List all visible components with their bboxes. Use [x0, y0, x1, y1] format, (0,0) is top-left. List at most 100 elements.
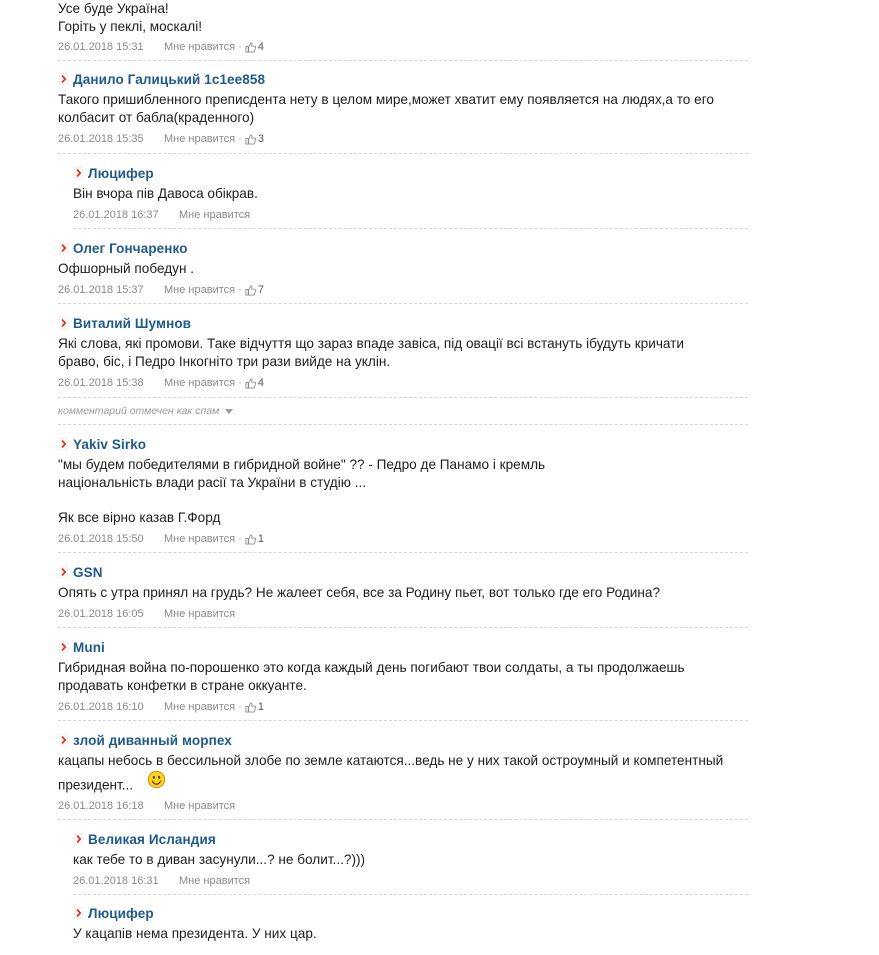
comment-line: Усе буде Україна!: [58, 1, 169, 16]
chevron-right-icon: [58, 566, 69, 579]
comment-header: Yakiv Sirko: [58, 434, 748, 454]
comment-date: 26.01.2018 15:50: [58, 533, 144, 545]
like-button[interactable]: Мне нравится: [164, 41, 235, 53]
comment-header: Люцифер: [73, 903, 748, 923]
comment-text: Він вчора пів Давоса обікрав.: [73, 185, 748, 203]
like-button[interactable]: Мне нравится: [164, 608, 235, 620]
thumbs-up-icon[interactable]: ·: [238, 533, 256, 545]
thumbs-up-icon[interactable]: ·: [238, 377, 256, 389]
comment-author[interactable]: Олег Гончаренко: [73, 241, 188, 256]
comment-line: національність влади расії та України в …: [58, 475, 367, 490]
comment: злой диванный морпех кацапы небось в бес…: [58, 721, 748, 820]
chevron-right-icon: [58, 73, 69, 86]
comment: Данило Галицький 1c1ee858 Такого пришибл…: [58, 61, 748, 154]
comment-author[interactable]: Yakiv Sirko: [73, 437, 146, 452]
comment-line: У кацапів нема президента. У них цар.: [73, 926, 317, 941]
comment-line: Опять с утра принял на грудь? Не жалеет …: [58, 585, 660, 600]
comment-line: Які слова, які промови. Таке відчуття що…: [58, 336, 684, 351]
comment-meta: 26.01.2018 15:35 Мне нравится · 3: [58, 131, 748, 147]
comment-text: кацапы небось в бессильной злобе по земл…: [58, 752, 748, 798]
comment-meta: 26.01.2018 16:18 Мне нравится: [58, 798, 748, 814]
comment-date: 26.01.2018 16:18: [58, 800, 144, 812]
like-button[interactable]: Мне нравится: [164, 800, 235, 812]
comment-line: Офшорный победун .: [58, 261, 195, 276]
like-count: 1: [257, 533, 264, 545]
comment-meta: 26.01.2018 15:37 Мне нравится · 7: [58, 282, 748, 298]
spam-notice[interactable]: комментарий отмечен как спам: [58, 397, 748, 425]
comment-text: "мы будем победителями в гибридной войне…: [58, 456, 748, 527]
comment-header: Данило Галицький 1c1ee858: [58, 69, 748, 89]
comment-line: кацапы небось в бессильной злобе по земл…: [58, 753, 724, 768]
like-button[interactable]: Мне нравится: [179, 875, 250, 887]
caret-down-icon[interactable]: [225, 408, 234, 414]
comment: Олег Гончаренко Офшорный победун . 26.01…: [58, 229, 748, 304]
comment-author[interactable]: Великая Исландия: [88, 832, 216, 847]
comment-line: Він вчора пів Давоса обікрав.: [73, 186, 258, 201]
comment-reply: Люцифер У кацапів нема президента. У них…: [73, 895, 748, 955]
comment-date: 26.01.2018 15:37: [58, 284, 144, 296]
comment-line: браво, біс, і Педро Інкогніто три рази в…: [58, 354, 391, 369]
comment-author[interactable]: злой диванный морпех: [73, 733, 232, 748]
smiley-icon: [147, 770, 166, 794]
comment-line: колбасит от бабла(краденного): [58, 110, 255, 125]
comment-text: Опять с утра принял на грудь? Не жалеет …: [58, 584, 748, 602]
like-button[interactable]: Мне нравится: [164, 701, 235, 713]
comment-text: Які слова, які промови. Таке відчуття що…: [58, 335, 748, 371]
comment-line: Гибридная война по-порошенко это когда к…: [58, 660, 685, 675]
thumbs-up-icon[interactable]: ·: [238, 701, 256, 713]
like-button[interactable]: Мне нравится: [164, 284, 235, 296]
like-count: 4: [257, 41, 264, 53]
comment: Виталий Шумнов Які слова, які промови. Т…: [58, 304, 748, 397]
chevron-right-icon: [58, 317, 69, 330]
comment-meta: 26.01.2018 16:05 Мне нравится: [58, 606, 748, 622]
thumbs-up-icon[interactable]: ·: [238, 41, 256, 53]
like-button[interactable]: Мне нравится: [164, 377, 235, 389]
comment-line: президент...: [58, 777, 134, 793]
like-button[interactable]: Мне нравится: [164, 533, 235, 545]
like-count: 7: [257, 284, 264, 296]
comment-date: 26.01.2018 15:35: [58, 133, 144, 145]
comment-author[interactable]: Люцифер: [88, 906, 154, 921]
comment-meta: 26.01.2018 16:37 Мне нравится: [73, 207, 748, 223]
spam-notice-text: комментарий отмечен как спам: [58, 405, 220, 417]
comment-meta: 26.01.2018 16:10 Мне нравится · 1: [58, 699, 748, 715]
comment-reply: Великая Исландия как тебе то в диван зас…: [73, 820, 748, 895]
comment-line: Такого пришибленного преписдента нету в …: [58, 92, 714, 107]
like-count: 4: [257, 377, 264, 389]
chevron-right-icon: [58, 641, 69, 654]
chevron-right-icon: [73, 167, 84, 180]
comment-meta: 26.01.2018 15:38 Мне нравится · 4: [58, 375, 748, 391]
comment-date: 26.01.2018 16:31: [73, 875, 159, 887]
comment-header: Люцифер: [73, 163, 748, 183]
comment-line: Як все вірно казав Г.Форд: [58, 510, 221, 525]
like-button[interactable]: Мне нравится: [164, 133, 235, 145]
comment-date: 26.01.2018 15:38: [58, 377, 144, 389]
comment-text: Усе буде Україна! Горіть у пеклі, москал…: [58, 0, 748, 36]
comment-author[interactable]: GSN: [73, 565, 103, 580]
comment-text: У кацапів нема президента. У них цар.: [73, 925, 748, 943]
chevron-right-icon: [73, 907, 84, 920]
comment-header: Великая Исландия: [73, 829, 748, 849]
comment-header: Виталий Шумнов: [58, 313, 748, 333]
chevron-right-icon: [73, 833, 84, 846]
chevron-right-icon: [58, 242, 69, 255]
comment-meta: 26.01.2018 16:31 Мне нравится: [73, 873, 748, 889]
like-count: 3: [257, 133, 264, 145]
comment-author[interactable]: Виталий Шумнов: [73, 316, 191, 331]
like-button[interactable]: Мне нравится: [179, 209, 250, 221]
thumbs-up-icon[interactable]: ·: [238, 284, 256, 296]
like-count: 1: [257, 701, 264, 713]
chevron-right-icon: [58, 734, 69, 747]
comment-header: GSN: [58, 562, 748, 582]
comment-date: 26.01.2018 15:31: [58, 41, 144, 53]
comment-text: Офшорный победун .: [58, 260, 748, 278]
thumbs-up-icon[interactable]: ·: [238, 133, 256, 145]
comment: GSN Опять с утра принял на грудь? Не жал…: [58, 553, 748, 628]
comment-line: как тебе то в диван засунули...? не боли…: [73, 852, 366, 867]
comment-author[interactable]: Люцифер: [88, 166, 154, 181]
comment-date: 26.01.2018 16:37: [73, 209, 159, 221]
comment-reply: Люцифер Він вчора пів Давоса обікрав. 26…: [73, 154, 748, 229]
comment-author[interactable]: Данило Галицький 1c1ee858: [73, 72, 265, 87]
comment-header: Олег Гончаренко: [58, 238, 748, 258]
comment-author[interactable]: Muni: [73, 640, 105, 655]
